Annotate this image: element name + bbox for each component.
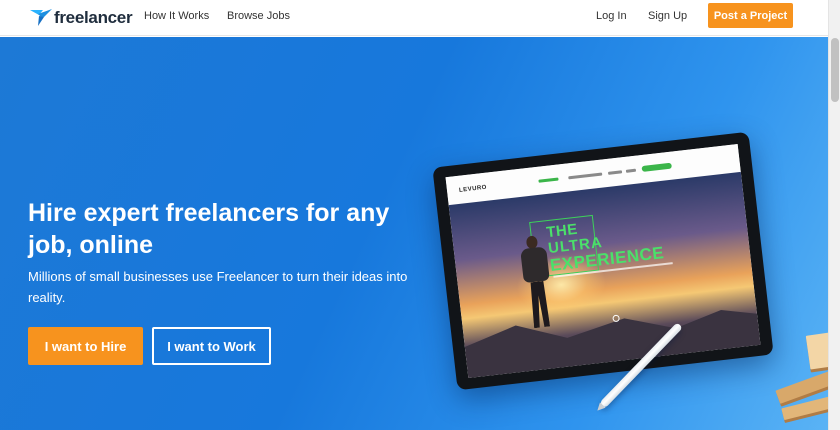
post-project-button[interactable]: Post a Project [708,3,793,28]
tablet-device: LEVURO THE ULTRA EXPERIENCE [432,131,774,391]
brand-logo[interactable]: freelancer [30,7,133,28]
work-button[interactable]: I want to Work [152,327,271,365]
nav-login[interactable]: Log In [596,10,627,22]
screen-hero-photo: THE ULTRA EXPERIENCE [448,171,761,378]
nav-how-it-works[interactable]: How It Works [144,10,209,22]
tablet-screen: LEVURO THE ULTRA EXPERIENCE [445,144,761,378]
hire-button[interactable]: I want to Hire [28,327,143,365]
hero-section: Hire expert freelancers for any job, onl… [0,37,828,430]
page-scrollbar[interactable] [828,0,840,430]
scrollbar-thumb[interactable] [831,38,839,102]
tablet-illustration: LEVURO THE ULTRA EXPERIENCE [432,131,796,430]
hero-subtitle: Millions of small businesses use Freelan… [28,269,408,305]
brand-wordmark: freelancer [54,7,133,27]
screen-brand: LEVURO [458,184,488,194]
hero-title: Hire expert freelancers for any job, onl… [28,199,390,259]
freelancer-bird-icon [30,8,52,27]
nav-browse-jobs[interactable]: Browse Jobs [227,10,290,22]
top-navigation: freelancer How It Works Browse Jobs Log … [0,0,828,36]
nav-signup[interactable]: Sign Up [648,10,687,22]
